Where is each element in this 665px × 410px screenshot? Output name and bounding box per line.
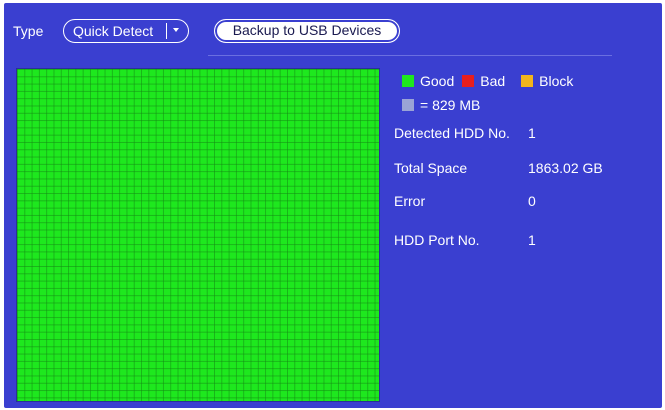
- block-swatch: [521, 75, 534, 87]
- hdd-port-label: HDD Port No.: [394, 232, 480, 248]
- error-label: Error: [394, 193, 426, 209]
- detected-hdd-label: Detected HDD No.: [394, 125, 510, 141]
- legend-block-label: Block: [539, 73, 574, 89]
- legend-good-label: Good: [420, 73, 455, 89]
- type-dropdown-value: Quick Detect: [73, 23, 154, 39]
- legend-row-2: = 829 MB: [402, 97, 480, 113]
- hdd-port-value: 1: [528, 232, 536, 248]
- backup-to-usb-button[interactable]: Backup to USB Devices: [214, 19, 400, 43]
- error-value: 0: [528, 193, 536, 209]
- total-space-value: 1863.02 GB: [528, 160, 603, 176]
- toolbar: Type Quick Detect Backup to USB Devices: [4, 3, 662, 59]
- legend-unit-label: = 829 MB: [420, 97, 481, 113]
- chevron-down-icon[interactable]: [170, 22, 182, 38]
- disk-sector-map: [16, 68, 380, 402]
- detected-hdd-value: 1: [528, 125, 536, 141]
- legend-bad-label: Bad: [480, 73, 506, 89]
- good-swatch: [402, 75, 414, 87]
- bad-swatch: [462, 75, 475, 87]
- header-divider: [208, 55, 612, 56]
- legend-row-1: Good Bad Block: [402, 73, 573, 89]
- total-space-label: Total Space: [394, 160, 468, 176]
- dropdown-divider: [166, 23, 167, 39]
- type-dropdown[interactable]: Quick Detect: [63, 19, 189, 43]
- hdd-detect-panel: Type Quick Detect Backup to USB Devices …: [4, 3, 662, 408]
- type-label: Type: [13, 23, 44, 39]
- unit-swatch: [402, 99, 414, 111]
